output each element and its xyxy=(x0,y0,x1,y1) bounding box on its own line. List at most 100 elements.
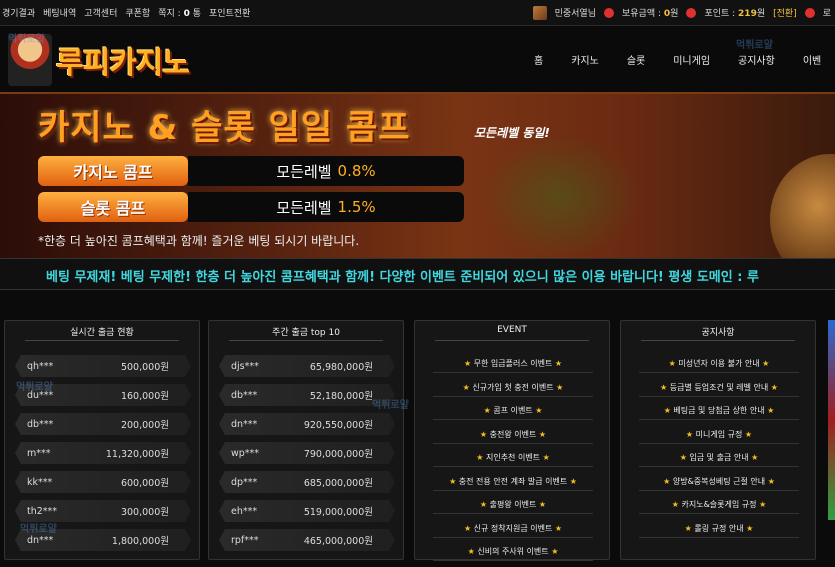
star-icon: ★ xyxy=(684,523,692,533)
avatar xyxy=(532,5,547,20)
list-item: qh*** 500,000원 xyxy=(15,355,191,377)
notice-item[interactable]: ★ 베팅금 및 당첨금 상한 안내 ★ xyxy=(639,402,799,420)
list-item-amount: 790,000,000원 xyxy=(303,449,373,460)
panel-title: 공지사항 xyxy=(701,328,735,338)
logo-text: 루피카지노 xyxy=(56,46,190,81)
nav-slot[interactable]: 슬롯 xyxy=(613,52,659,67)
link-bet-history[interactable]: 베팅내역 xyxy=(43,6,76,19)
list-item-amount: 465,000,000원 xyxy=(303,536,373,547)
link-messages[interactable]: 쪽지 : 0 통 xyxy=(158,6,201,19)
list-item-name: m*** xyxy=(27,447,51,459)
notice-item[interactable]: ★ 등급별 등업조건 및 레벨 안내 ★ xyxy=(639,379,799,397)
link-point-convert[interactable]: 포인트전환 xyxy=(209,6,250,19)
event-label: 출평왕 이벤트 xyxy=(489,500,537,509)
list-item: th2*** 300,000원 xyxy=(15,500,191,522)
event-item[interactable]: ★ 콤프 이벤트 ★ xyxy=(433,402,593,420)
username[interactable]: 민중서열님 xyxy=(555,6,596,19)
event-item[interactable]: ★ 충전왕 이벤트 ★ xyxy=(433,426,593,444)
event-label: 충전 전용 안전 계좌 발급 이벤트 xyxy=(458,476,568,486)
slot-comp-label: 슬롯 콤프 xyxy=(38,192,188,222)
divider xyxy=(25,340,179,341)
notice-label: 등급별 등업조건 및 레벨 안내 xyxy=(669,382,769,392)
event-item[interactable]: ★ 지인추천 이벤트 ★ xyxy=(433,449,593,467)
money-display: 보유금액 : 0원 xyxy=(622,6,678,19)
point-convert-button[interactable]: [전환] xyxy=(773,6,797,19)
notice-label: 입금 및 출금 안내 xyxy=(689,453,749,462)
event-item[interactable]: ★ 출평왕 이벤트 ★ xyxy=(433,496,593,514)
point-label: 포인트 : xyxy=(704,9,736,19)
list-item: db*** 200,000원 xyxy=(15,413,191,435)
point-value: 219 xyxy=(738,9,757,19)
banner-note: *한층 더 높아진 콤프혜택과 함께! 즐거운 베팅 되시기 바랍니다. xyxy=(38,234,360,248)
logout-icon xyxy=(804,7,815,18)
star-icon: ★ xyxy=(538,429,547,439)
divider xyxy=(229,340,383,341)
event-item[interactable]: ★ 무한 입금플러스 이벤트 ★ xyxy=(433,355,593,373)
event-label: 충전왕 이벤트 xyxy=(489,429,537,439)
slot-comp-text: 모든레벨 xyxy=(276,198,332,217)
site-logo[interactable]: 루피카지노 xyxy=(8,32,223,88)
star-icon: ★ xyxy=(668,359,676,368)
notice-item[interactable]: ★ 입금 및 출금 안내 ★ xyxy=(639,449,799,467)
notice-marquee: 베팅 무제재! 베팅 무제한! 한층 더 높아진 콤프혜택과 함께! 다양한 이… xyxy=(0,258,835,290)
panel-title: 실시간 출금 현황 xyxy=(70,328,134,338)
notice-item[interactable]: ★ 양방&중복성베팅 근절 안내 ★ xyxy=(639,473,799,491)
notice-item[interactable]: ★ 롤링 규정 안내 ★ xyxy=(639,520,799,538)
list-item-amount: 52,180,000원 xyxy=(309,391,373,402)
star-icon: ★ xyxy=(767,406,775,415)
list-item-name: dn*** xyxy=(231,418,258,430)
star-icon: ★ xyxy=(542,453,550,462)
event-list: ★ 무한 입금플러스 이벤트 ★ ★ 신규가입 첫 충전 이벤트 ★ ★ 콤프 … xyxy=(433,355,593,567)
list-item-name: db*** xyxy=(27,418,54,430)
list-item-amount: 11,320,000원 xyxy=(105,449,169,460)
list-item: m*** 11,320,000원 xyxy=(15,442,191,464)
star-icon: ★ xyxy=(663,406,671,415)
star-icon: ★ xyxy=(751,453,759,462)
nav-home[interactable]: 홈 xyxy=(520,52,557,67)
mascot-icon xyxy=(8,34,52,86)
nav-minigame[interactable]: 미니게임 xyxy=(659,52,724,67)
list-item-name: db*** xyxy=(231,389,258,401)
link-game-results[interactable]: 경기결과 xyxy=(2,6,35,19)
comp-banner[interactable]: 카지노 & 슬롯 일일 콤프 모든레벨 동일! 카지노 콤프 모든레벨 0.8% … xyxy=(0,92,835,258)
event-item[interactable]: ★ 신규가입 첫 충전 이벤트 ★ xyxy=(433,379,593,397)
casino-comp-value: 모든레벨 0.8% xyxy=(188,156,464,186)
event-item[interactable]: ★ 충전 전용 안전 계좌 발급 이벤트 ★ xyxy=(433,473,593,491)
list-item: rpf*** 465,000,000원 xyxy=(219,529,395,551)
notice-item[interactable]: ★ 미니게임 규정 ★ xyxy=(639,426,799,444)
event-label: 신규가입 첫 충전 이벤트 xyxy=(472,382,554,392)
event-label: 지인추천 이벤트 xyxy=(485,453,541,462)
divider xyxy=(641,340,795,341)
event-label: 신규 정착지원금 이벤트 xyxy=(473,523,553,533)
nav-casino[interactable]: 카지노 xyxy=(557,52,613,67)
event-panel: EVENT ★ 무한 입금플러스 이벤트 ★ ★ 신규가입 첫 충전 이벤트 ★… xyxy=(414,320,610,561)
list-item-amount: 1,800,000원 xyxy=(111,536,169,547)
event-item[interactable]: ★ 신규 정착지원금 이벤트 ★ xyxy=(433,520,593,538)
link-coupon-box[interactable]: 쿠폰함 xyxy=(125,6,150,19)
realtime-list: qh*** 500,000원 du*** 160,000원 db*** 200,000… xyxy=(15,355,191,558)
event-label: 무한 입금플러스 이벤트 xyxy=(473,359,553,368)
weekly-list: djs*** 65,980,000원 db*** 52,180,000원 dn***… xyxy=(219,355,395,558)
list-item: dn*** 1,800,000원 xyxy=(15,529,191,551)
nav-notice[interactable]: 공지사항 xyxy=(724,52,789,67)
list-item-amount: 160,000원 xyxy=(120,391,169,402)
list-item: db*** 52,180,000원 xyxy=(219,384,395,406)
event-item[interactable]: ★ 신비의 주사위 이벤트 ★ xyxy=(433,543,593,561)
banner-artwork xyxy=(770,154,835,258)
list-item: kk*** 600,000원 xyxy=(15,471,191,493)
list-item-name: th2*** xyxy=(27,505,58,517)
star-icon: ★ xyxy=(671,500,679,509)
notice-label: 베팅금 및 당첨금 상한 안내 xyxy=(673,406,765,415)
side-quick-menu[interactable] xyxy=(828,320,835,520)
logout-link[interactable]: 로 xyxy=(823,6,831,19)
nav-event[interactable]: 이벤 xyxy=(789,52,835,67)
link-customer-center[interactable]: 고객센터 xyxy=(84,6,117,19)
notice-item[interactable]: ★ 카지노&슬롯게임 규정 ★ xyxy=(639,496,799,514)
star-icon: ★ xyxy=(476,453,484,462)
notice-item[interactable]: ★ 미성년자 이용 불가 안내 ★ xyxy=(639,355,799,373)
notice-label: 롤링 규정 안내 xyxy=(694,523,744,533)
star-icon: ★ xyxy=(556,382,564,392)
casino-comp-pct: 0.8% xyxy=(337,162,376,180)
banner-title: 카지노 & 슬롯 일일 콤프 xyxy=(38,108,411,148)
point-icon xyxy=(686,7,697,18)
